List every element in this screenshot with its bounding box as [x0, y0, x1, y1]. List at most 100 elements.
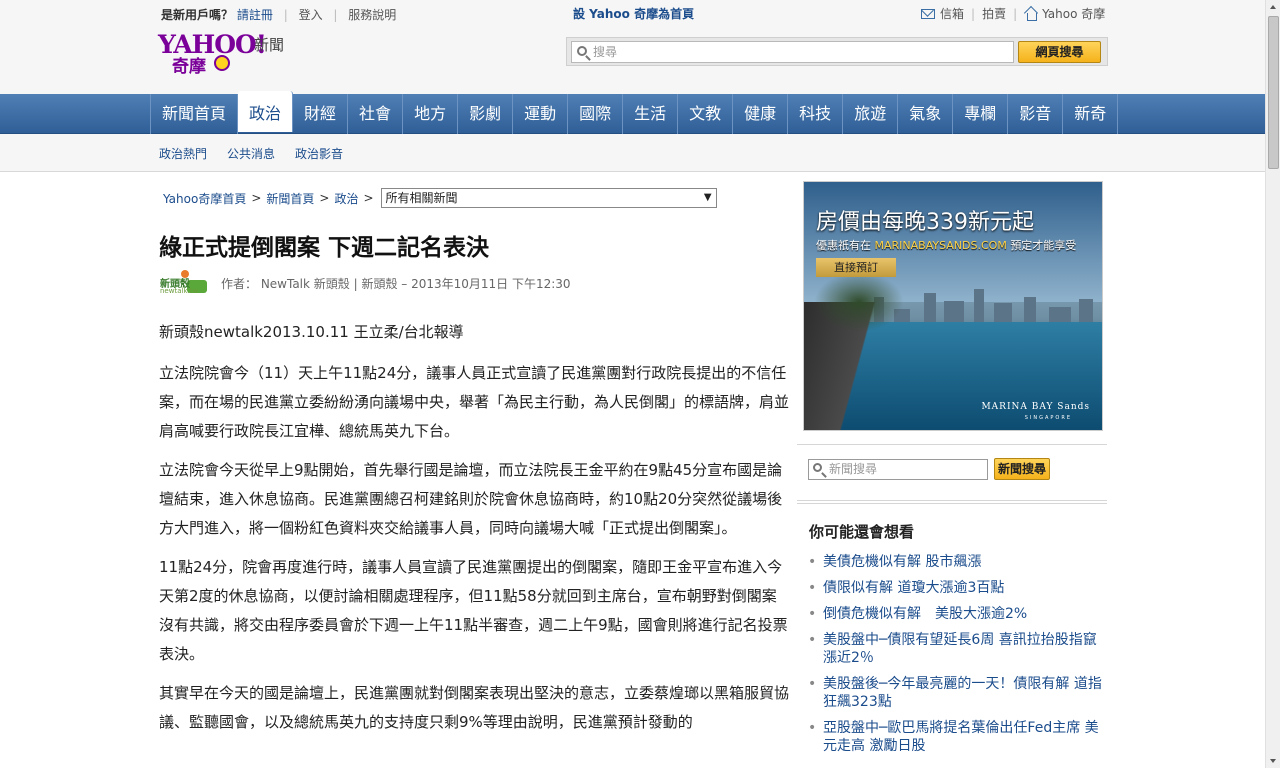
- service-links: 信箱 | 拍賣 | Yahoo 奇摩: [921, 5, 1105, 22]
- scrollbar[interactable]: [1265, 0, 1280, 768]
- nav-tab[interactable]: 政治: [238, 91, 294, 132]
- article-paragraph: 立法院院會今（11）天上午11點24分，議事人員正式宣讀了民進黨團對行政院長提出…: [159, 364, 790, 440]
- logo-sub-text: 奇摩: [172, 57, 206, 77]
- article-title: 綠正式提倒閣案 下週二記名表決: [159, 235, 490, 261]
- breadcrumb-politics[interactable]: 政治: [334, 190, 358, 207]
- breadcrumb: Yahoo奇摩首頁 > 新聞首頁 > 政治 > 所有相關新聞 ▼: [163, 188, 717, 208]
- subnav-items: 政治熱門 公共消息 政治影音: [159, 145, 343, 162]
- subnav-link[interactable]: 政治熱門: [159, 145, 207, 162]
- nav-tab[interactable]: 影劇: [458, 94, 514, 134]
- yahoo-news-logo[interactable]: YAHOO! 奇摩 新聞: [158, 30, 293, 80]
- yahoo-home-link[interactable]: Yahoo 奇摩: [1042, 5, 1105, 22]
- smile-icon: [214, 55, 230, 71]
- new-user-prompt: 是新用戶嗎？: [161, 8, 234, 22]
- list-item: 美債危機似有解 股市飆漲: [808, 553, 1108, 571]
- mail-icon: [921, 8, 935, 19]
- help-link[interactable]: 服務說明: [348, 8, 396, 22]
- nav-tab[interactable]: 新奇: [1063, 94, 1119, 134]
- ad-brand-sub: SINGAPORE: [1024, 415, 1072, 421]
- divider: |: [971, 6, 976, 21]
- web-search-bar: 搜尋 網頁搜尋: [566, 37, 1108, 66]
- nav-tab[interactable]: 文教: [678, 94, 734, 134]
- search-placeholder: 搜尋: [593, 45, 618, 59]
- recommend-link[interactable]: 美股盤後─今年最亮麗的一天！債限有解 道指狂飆323點: [823, 676, 1102, 710]
- related-news-select-value: 所有相關新聞: [385, 191, 458, 205]
- ad-book-button[interactable]: 直接預訂: [816, 258, 896, 277]
- nav-tab[interactable]: 財經: [293, 94, 349, 134]
- recommend-list: 美債危機似有解 股市飆漲債限似有解 道瓊大漲逾3百點倒債危機似有解 美股大漲逾2…: [808, 553, 1108, 763]
- nav-tab[interactable]: 新聞首頁: [150, 94, 239, 134]
- nav-tab[interactable]: 地方: [403, 94, 459, 134]
- web-search-input[interactable]: 搜尋: [571, 41, 1014, 63]
- divider: |: [283, 8, 288, 22]
- hotel-ad-banner[interactable]: 房價由每晚339新元起 優惠祇有在 MARINABAYSANDS.COM 預定才…: [803, 181, 1103, 431]
- breadcrumb-separator: >: [319, 191, 330, 205]
- nav-tab[interactable]: 健康: [733, 94, 789, 134]
- recommend-link[interactable]: 美股盤中─債限有望延長6周 喜訊拉抬股指竄漲近2％: [823, 632, 1097, 666]
- scroll-thumb[interactable]: [1268, 16, 1279, 169]
- nav-tab[interactable]: 影音: [1008, 94, 1064, 134]
- divider: [797, 503, 1107, 504]
- scroll-down-arrow-icon[interactable]: [1266, 753, 1280, 768]
- recommend-link[interactable]: 美債危機似有解 股市飆漲: [823, 554, 981, 570]
- divider: [797, 444, 1107, 445]
- recommend-title: 你可能還會想看: [809, 523, 915, 541]
- dropdown-arrow-icon: ▼: [703, 192, 712, 203]
- list-item: 美股盤中─債限有望延長6周 喜訊拉抬股指竄漲近2％: [808, 631, 1108, 667]
- ad-sub-suffix: 預定才能享受: [1010, 239, 1077, 252]
- web-search-button[interactable]: 網頁搜尋: [1018, 41, 1101, 63]
- ad-sub-url: MARINABAYSANDS.COM: [874, 239, 1007, 252]
- nav-tab[interactable]: 運動: [513, 94, 569, 134]
- byline-text: 作者： NewTalk 新頭殼 | 新頭殼 – 2013年10月11日 下午12…: [221, 276, 571, 291]
- article-byline: 新頭殼 newtalk.tw 作者： NewTalk 新頭殼 | 新頭殼 – 2…: [159, 270, 571, 296]
- breadcrumb-yahoo-home[interactable]: Yahoo奇摩首頁: [163, 190, 246, 207]
- sub-nav: 政治熱門 公共消息 政治影音: [0, 134, 1265, 172]
- recommend-link[interactable]: 債限似有解 道瓊大漲逾3百點: [823, 580, 1004, 596]
- ad-sub-prefix: 優惠祇有在: [816, 239, 871, 252]
- nav-tab[interactable]: 氣象: [898, 94, 954, 134]
- article-dateline: 新頭殼newtalk2013.10.11 王立柔/台北報導: [159, 323, 464, 341]
- recommend-link[interactable]: 倒債危機似有解 美股大漲逾2%: [823, 606, 1027, 622]
- nav-tab[interactable]: 專欄: [953, 94, 1009, 134]
- article-paragraph: 11點24分，院會再度進行時，議事人員宣讀了民進黨團提出的倒閣案，隨即王金平宣布…: [159, 558, 788, 663]
- scroll-up-arrow-icon[interactable]: [1266, 0, 1280, 15]
- auction-link[interactable]: 拍賣: [982, 5, 1006, 22]
- subnav-link[interactable]: 政治影音: [295, 145, 343, 162]
- top-bar: 是新用戶嗎？ 請註冊 | 登入 | 服務說明 設 Yahoo 奇摩為首頁 信箱 …: [0, 0, 1265, 94]
- login-link[interactable]: 登入: [299, 8, 323, 22]
- ad-brand: MARINA BAY Sands: [981, 402, 1090, 412]
- subnav-link[interactable]: 公共消息: [227, 145, 275, 162]
- ad-headline: 房價由每晚339新元起: [816, 210, 1034, 235]
- breadcrumb-news-home[interactable]: 新聞首頁: [266, 190, 314, 207]
- main-nav: 新聞首頁 政治 財經 社會 地方 影劇 運動 國際 生活 文教 健康 科技 旅遊 氣象 專欄 影音 新奇: [0, 91, 1265, 134]
- article-body: 新頭殼newtalk2013.10.11 王立柔/台北報導 立法院院會今（11）…: [159, 318, 791, 747]
- nav-tab[interactable]: 國際: [568, 94, 624, 134]
- mail-link[interactable]: 信箱: [940, 5, 964, 22]
- user-links: 是新用戶嗎？ 請註冊 | 登入 | 服務說明: [161, 6, 396, 23]
- logo-section-text: 新聞: [254, 36, 285, 54]
- register-link[interactable]: 請註冊: [237, 8, 273, 22]
- list-item: 債限似有解 道瓊大漲逾3百點: [808, 579, 1108, 597]
- news-search-button[interactable]: 新聞搜尋: [994, 458, 1050, 480]
- divider: |: [1013, 6, 1018, 21]
- nav-tab[interactable]: 生活: [623, 94, 679, 134]
- related-news-select[interactable]: 所有相關新聞 ▼: [380, 188, 717, 208]
- list-item: 倒債危機似有解 美股大漲逾2%: [808, 605, 1108, 623]
- recommend-link[interactable]: 亞股盤中─歐巴馬將提名葉倫出任Fed主席 美元走高 激勵日股: [823, 720, 1099, 754]
- news-search: 新聞搜尋 新聞搜尋: [808, 457, 1108, 483]
- nav-tab[interactable]: 社會: [348, 94, 404, 134]
- set-homepage-link[interactable]: 設 Yahoo 奇摩為首頁: [573, 5, 694, 22]
- ad-palm: [814, 272, 904, 332]
- breadcrumb-separator: >: [251, 191, 262, 205]
- search-icon: [813, 463, 822, 472]
- list-item: 亞股盤中─歐巴馬將提名葉倫出任Fed主席 美元走高 激勵日股: [808, 719, 1108, 755]
- nav-tab[interactable]: 旅遊: [843, 94, 899, 134]
- list-item: 美股盤後─今年最亮麗的一天！債限有解 道指狂飆323點: [808, 675, 1108, 711]
- nav-items: 新聞首頁 政治 財經 社會 地方 影劇 運動 國際 生活 文教 健康 科技 旅遊 氣象 專欄 影音 新奇: [150, 91, 1119, 134]
- source-logo-url: newtalk.tw: [160, 287, 199, 295]
- article-paragraph: 其實早在今天的國是論壇上，民進黨團就對倒閣案表現出堅決的意志，立委蔡煌瑯以黑箱服…: [159, 684, 790, 731]
- nav-tab[interactable]: 科技: [788, 94, 844, 134]
- news-search-input[interactable]: 新聞搜尋: [808, 459, 988, 480]
- news-search-placeholder: 新聞搜尋: [829, 462, 878, 476]
- ad-subline: 優惠祇有在 MARINABAYSANDS.COM 預定才能享受: [816, 237, 1076, 253]
